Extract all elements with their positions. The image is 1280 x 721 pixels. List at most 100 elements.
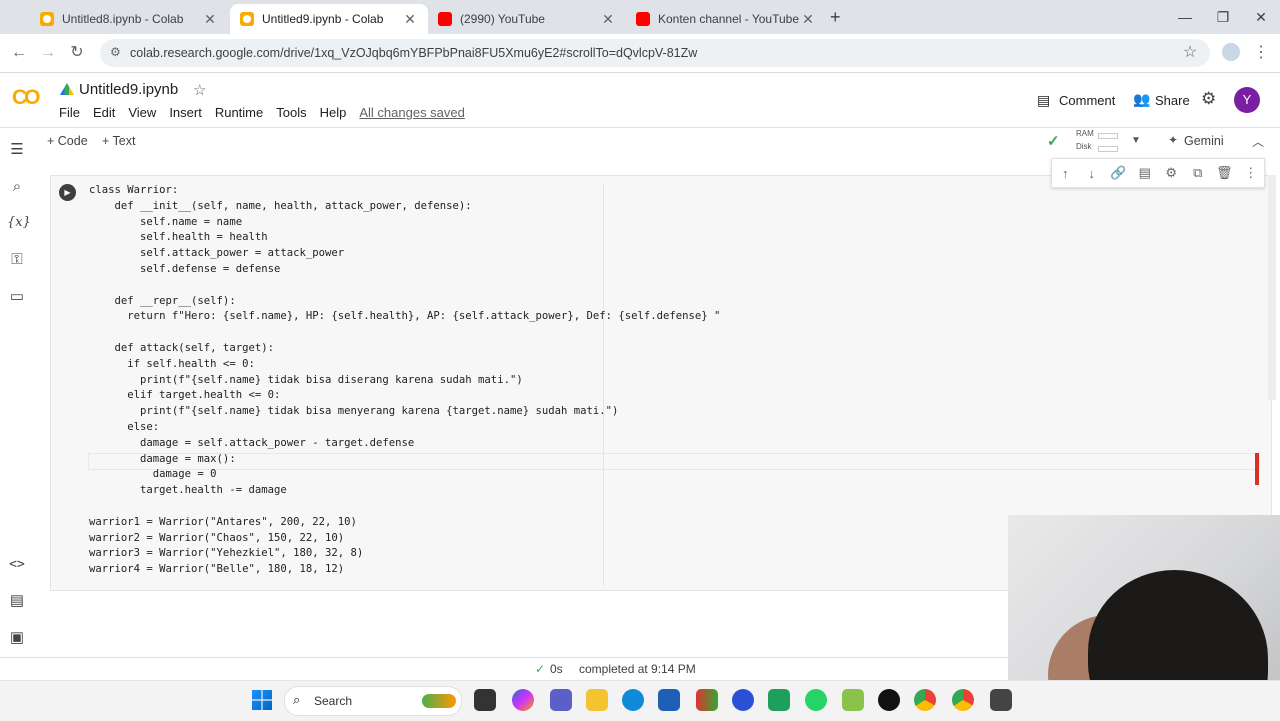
menu-tools[interactable]: Tools: [276, 105, 306, 120]
ram-label: RAM: [1076, 129, 1094, 138]
settings-gear-icon[interactable]: ⚙: [1201, 89, 1216, 109]
table-of-contents-icon[interactable]: ☰: [7, 140, 27, 160]
more-options-icon[interactable]: ⋮: [1238, 165, 1265, 181]
move-up-icon[interactable]: ↑: [1052, 166, 1079, 181]
menu-bar: File Edit View Insert Runtime Tools Help…: [59, 105, 478, 120]
browser-tab-youtube[interactable]: (2990) YouTube ✕: [428, 4, 626, 34]
status-completed: completed at 9:14 PM: [579, 662, 696, 676]
cell-toolbar: ↑ ↓ 🔗 ▤ ⚙ ⧉ 🗑 ⋮: [1051, 158, 1265, 188]
save-status[interactable]: All changes saved: [359, 105, 465, 120]
colab-icon: [40, 12, 54, 26]
code-snippets-icon[interactable]: <>: [7, 555, 27, 575]
colab-logo[interactable]: CO: [12, 86, 40, 110]
tab-title: Untitled8.ipynb - Colab: [62, 12, 184, 26]
status-check-icon: ✓: [535, 662, 546, 676]
collapse-header-icon[interactable]: ︿: [1252, 133, 1264, 150]
cell-settings-icon[interactable]: ⚙: [1158, 165, 1185, 181]
variables-icon[interactable]: {x}: [7, 213, 31, 233]
scrollbar[interactable]: [1268, 175, 1276, 400]
restore-icon[interactable]: ❐: [1204, 6, 1242, 28]
menu-help[interactable]: Help: [320, 105, 347, 120]
file-explorer-icon[interactable]: [586, 689, 608, 711]
disk-meter[interactable]: [1098, 146, 1118, 152]
chrome-icon[interactable]: [914, 689, 936, 711]
share-button[interactable]: Share: [1155, 93, 1190, 108]
store-icon[interactable]: [658, 689, 680, 711]
tab-title: Untitled9.ipynb - Colab: [262, 12, 384, 26]
app-icon-2[interactable]: [842, 689, 864, 711]
comment-icon: ▤: [1037, 92, 1051, 108]
chrome-icon-2[interactable]: [952, 689, 974, 711]
url-field[interactable]: ⚙ colab.research.google.com/drive/1xq_Vz…: [100, 39, 1210, 67]
tab-title: (2990) YouTube: [460, 12, 545, 26]
gemini-icon: ✦: [1168, 133, 1179, 147]
menu-file[interactable]: File: [59, 105, 80, 120]
files-folder-icon[interactable]: ▭: [7, 287, 27, 307]
menu-edit[interactable]: Edit: [93, 105, 115, 120]
youtube-icon: [438, 12, 452, 26]
add-text-button[interactable]: + Text: [102, 134, 135, 148]
search-icon[interactable]: ⌕: [7, 177, 27, 197]
edge-icon[interactable]: [622, 689, 644, 711]
mirror-cell-icon[interactable]: ⧉: [1185, 165, 1212, 181]
profile-icon[interactable]: [1222, 43, 1240, 61]
taskbar-search[interactable]: ⌕ Search: [284, 686, 462, 716]
comment-cell-icon[interactable]: ▤: [1132, 165, 1159, 181]
connected-check-icon: ✓: [1047, 133, 1060, 150]
status-duration: 0s: [550, 662, 563, 676]
new-tab-button[interactable]: +: [830, 7, 841, 28]
bookmark-star-icon[interactable]: ☆: [1179, 42, 1201, 64]
copilot-icon[interactable]: [512, 689, 534, 711]
comment-button[interactable]: Comment: [1059, 93, 1115, 108]
meet-icon[interactable]: [768, 689, 790, 711]
minimize-icon[interactable]: —: [1166, 6, 1204, 28]
notebook-title[interactable]: Untitled9.ipynb: [79, 81, 178, 98]
menu-view[interactable]: View: [128, 105, 156, 120]
add-code-button[interactable]: + Code: [47, 134, 88, 148]
command-palette-icon[interactable]: ▤: [7, 591, 27, 611]
url-text: colab.research.google.com/drive/1xq_VzOJ…: [130, 46, 698, 60]
close-tab-icon[interactable]: ✕: [402, 11, 418, 28]
zoom-app-icon[interactable]: [732, 689, 754, 711]
star-icon[interactable]: ☆: [193, 81, 206, 99]
move-down-icon[interactable]: ↓: [1079, 166, 1106, 181]
menu-runtime[interactable]: Runtime: [215, 105, 263, 120]
drive-icon: [60, 83, 74, 95]
taskbar-search-icon: ⌕: [293, 692, 301, 707]
browser-tab-youtube-studio[interactable]: Konten channel - YouTube Studi ✕: [626, 4, 826, 34]
link-icon[interactable]: 🔗: [1105, 165, 1132, 181]
close-icon[interactable]: ✕: [1242, 6, 1280, 28]
close-tab-icon[interactable]: ✕: [600, 11, 616, 28]
menu-insert[interactable]: Insert: [169, 105, 202, 120]
runtime-dropdown-icon[interactable]: ▼: [1131, 135, 1141, 146]
error-marker: [1255, 453, 1259, 485]
terminal-icon[interactable]: ▣: [7, 628, 27, 648]
close-tab-icon[interactable]: ✕: [800, 11, 816, 28]
back-icon[interactable]: ←: [8, 42, 30, 64]
close-tab-icon[interactable]: ✕: [202, 11, 218, 28]
whatsapp-icon[interactable]: [805, 689, 827, 711]
reload-icon[interactable]: ↻: [66, 42, 88, 64]
browser-tab-untitled9[interactable]: Untitled9.ipynb - Colab ✕: [230, 4, 428, 34]
ram-meter[interactable]: [1098, 133, 1118, 139]
tab-title: Konten channel - YouTube Studi: [658, 12, 800, 26]
app-icon[interactable]: [696, 689, 718, 711]
gemini-button[interactable]: Gemini: [1184, 134, 1224, 148]
delete-icon[interactable]: 🗑: [1211, 165, 1238, 181]
teams-icon[interactable]: [550, 689, 572, 711]
taskbar-search-label: Search: [314, 694, 353, 708]
browser-tab-untitled8[interactable]: Untitled8.ipynb - Colab ✕: [30, 4, 228, 34]
search-highlight-icon: [422, 694, 456, 708]
app-icon-3[interactable]: [990, 689, 1012, 711]
tiktok-icon[interactable]: [878, 689, 900, 711]
colab-icon: [240, 12, 254, 26]
browser-menu-icon[interactable]: ⋮: [1250, 42, 1272, 64]
code-editor[interactable]: class Warrior: def __init__(self, name, …: [89, 183, 720, 578]
secrets-key-icon[interactable]: ⚿: [7, 250, 27, 270]
task-view-icon[interactable]: [474, 689, 496, 711]
site-info-icon[interactable]: ⚙: [110, 45, 121, 59]
run-cell-button[interactable]: ▶: [59, 184, 76, 201]
youtube-studio-icon: [636, 12, 650, 26]
forward-icon[interactable]: →: [37, 42, 59, 64]
avatar[interactable]: Y: [1234, 87, 1260, 113]
